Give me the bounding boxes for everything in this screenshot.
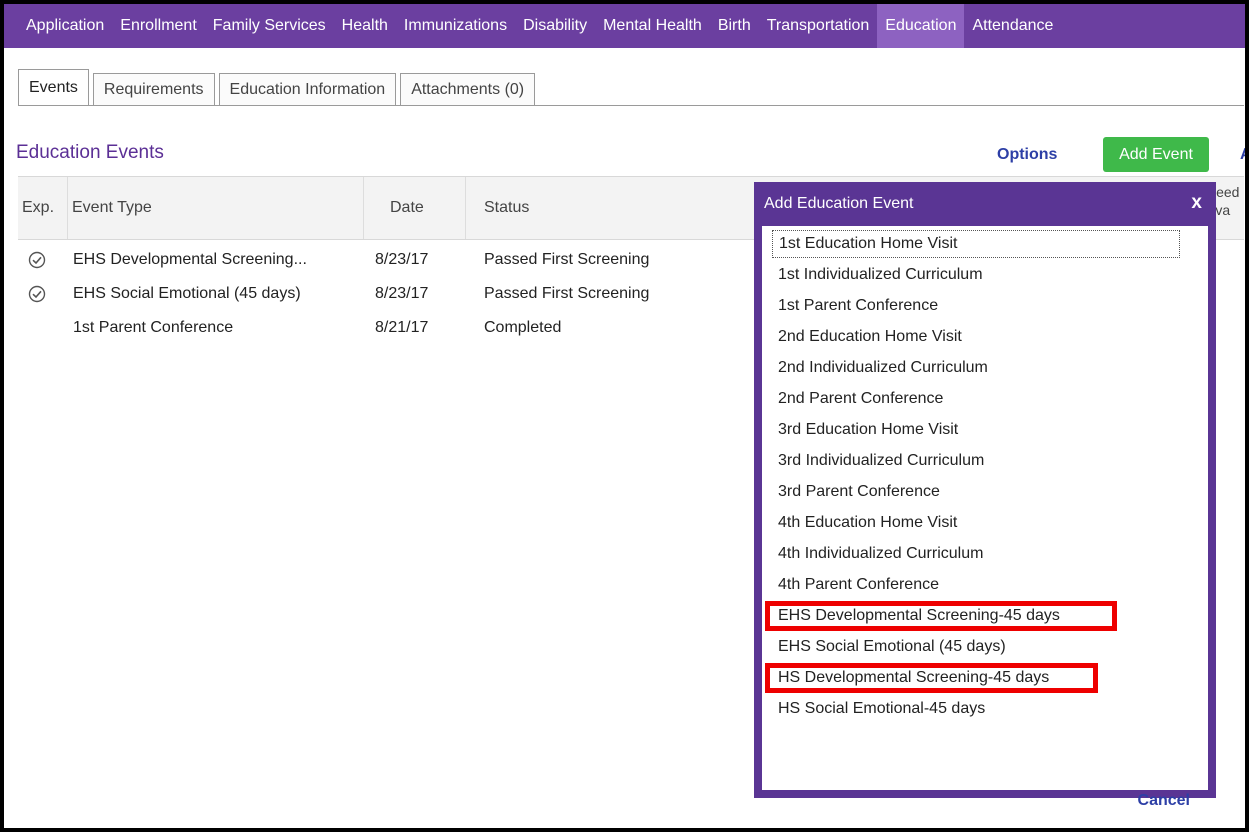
- nav-item-transportation[interactable]: Transportation: [759, 4, 878, 48]
- dialog-title: Add Education Event: [764, 195, 914, 212]
- add-event-button[interactable]: Add Event: [1103, 137, 1209, 172]
- cell-event-type: EHS Social Emotional (45 days): [73, 285, 301, 302]
- highlight-box-ehs-developmental: [765, 601, 1117, 631]
- cell-date: 8/23/17: [375, 285, 429, 302]
- event-option[interactable]: 2nd Parent Conference: [772, 385, 949, 413]
- close-icon[interactable]: x: [1191, 182, 1202, 226]
- cell-status: Completed: [484, 319, 562, 336]
- event-option[interactable]: 3rd Individualized Curriculum: [772, 447, 990, 475]
- event-option[interactable]: 3rd Parent Conference: [772, 478, 946, 506]
- nav-item-birth[interactable]: Birth: [710, 4, 759, 48]
- event-option[interactable]: 4th Individualized Curriculum: [772, 540, 989, 568]
- event-option[interactable]: 4th Education Home Visit: [772, 509, 963, 537]
- add-education-event-dialog: Add Education Event x 1st Education Home…: [754, 182, 1216, 809]
- check-circle-icon: [28, 251, 46, 269]
- tab-events[interactable]: Events: [18, 69, 89, 106]
- event-option[interactable]: 1st Education Home Visit: [772, 230, 1180, 258]
- event-option[interactable]: HS Social Emotional-45 days: [772, 695, 991, 723]
- cell-status: Passed First Screening: [484, 251, 650, 268]
- page-title: Education Events: [16, 142, 164, 163]
- nav-item-application[interactable]: Application: [18, 4, 112, 48]
- table-row[interactable]: EHS Social Emotional (45 days) 8/23/17 P…: [18, 278, 758, 312]
- column-header-status[interactable]: Status: [466, 177, 766, 239]
- cell-date: 8/21/17: [375, 319, 429, 336]
- check-circle-icon: [28, 285, 46, 303]
- nav-item-health[interactable]: Health: [334, 4, 396, 48]
- tab-divider: [18, 105, 1244, 106]
- event-option[interactable]: 1st Individualized Curriculum: [772, 261, 989, 289]
- column-header-exp[interactable]: Exp.: [18, 177, 68, 239]
- nav-item-education[interactable]: Education: [877, 4, 965, 48]
- nav-item-mental-health[interactable]: Mental Health: [595, 4, 710, 48]
- nav-item-enrollment[interactable]: Enrollment: [112, 4, 204, 48]
- tab-education-information[interactable]: Education Information: [218, 73, 397, 106]
- event-option[interactable]: 1st Parent Conference: [772, 292, 944, 320]
- event-option[interactable]: 2nd Individualized Curriculum: [772, 354, 994, 382]
- nav-item-disability[interactable]: Disability: [515, 4, 595, 48]
- table-row[interactable]: EHS Developmental Screening... 8/23/17 P…: [18, 244, 758, 278]
- event-option[interactable]: 2nd Education Home Visit: [772, 323, 968, 351]
- event-option[interactable]: 4th Parent Conference: [772, 571, 945, 599]
- cell-status: Passed First Screening: [484, 285, 650, 302]
- column-header-date[interactable]: Date: [364, 177, 466, 239]
- event-option[interactable]: 3rd Education Home Visit: [772, 416, 964, 444]
- cancel-button[interactable]: Cancel: [1138, 792, 1190, 810]
- cutoff-action-link[interactable]: A: [1240, 146, 1245, 164]
- nav-item-attendance[interactable]: Attendance: [964, 4, 1061, 48]
- cell-event-type: EHS Developmental Screening...: [73, 251, 307, 268]
- nav-item-immunizations[interactable]: Immunizations: [396, 4, 515, 48]
- options-link[interactable]: Options: [997, 146, 1057, 164]
- tab-attachments[interactable]: Attachments (0): [400, 73, 536, 106]
- event-option-list: 1st Education Home Visit 1st Individuali…: [762, 226, 1208, 809]
- tab-strip: Events Requirements Education Informatio…: [18, 69, 539, 106]
- column-header-event-type[interactable]: Event Type: [68, 177, 364, 239]
- event-option[interactable]: EHS Social Emotional (45 days): [772, 633, 1012, 661]
- app-window: Application Enrollment Family Services H…: [0, 0, 1249, 832]
- cell-event-type: 1st Parent Conference: [73, 319, 234, 336]
- nav-item-family-services[interactable]: Family Services: [205, 4, 334, 48]
- table-row[interactable]: 1st Parent Conference 8/21/17 Completed: [18, 312, 758, 346]
- cell-date: 8/23/17: [375, 251, 429, 268]
- highlight-box-hs-developmental: [765, 663, 1098, 693]
- tab-requirements[interactable]: Requirements: [92, 73, 215, 106]
- module-nav: Application Enrollment Family Services H…: [4, 4, 1245, 48]
